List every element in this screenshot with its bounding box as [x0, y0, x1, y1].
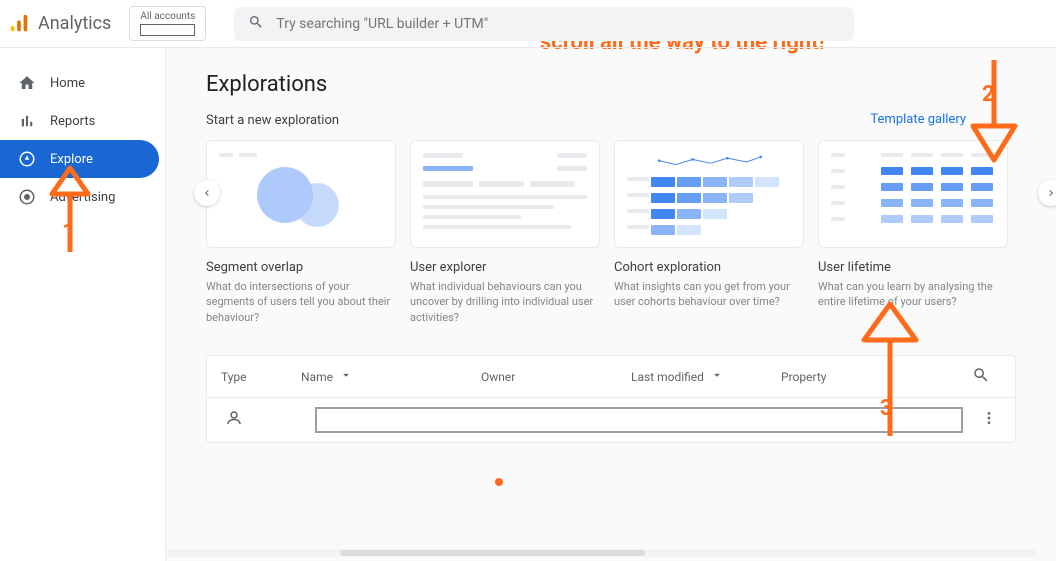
table-search-button[interactable] — [961, 366, 1001, 387]
user-icon — [225, 409, 243, 431]
card-title: User explorer — [410, 260, 600, 275]
sidebar-item-label: Reports — [50, 114, 95, 129]
search-bar[interactable] — [234, 7, 854, 41]
analytics-logo-icon — [8, 13, 30, 35]
home-icon — [18, 74, 36, 92]
account-label: All accounts — [140, 11, 195, 22]
annotation-label-3: 3 — [880, 396, 893, 421]
top-bar: Analytics All accounts — [0, 0, 1056, 48]
page-title: Explorations — [206, 72, 1016, 97]
card-user-explorer[interactable]: User explorer What individual behaviours… — [410, 140, 600, 325]
annotation-dot — [495, 478, 503, 486]
card-title: User lifetime — [818, 260, 1008, 275]
chevron-left-icon — [201, 184, 213, 203]
explore-icon — [18, 150, 36, 168]
search-input[interactable] — [276, 16, 840, 32]
col-name[interactable]: Name — [301, 368, 481, 385]
template-gallery-link[interactable]: Template gallery — [870, 112, 966, 127]
logo[interactable]: Analytics — [8, 13, 111, 35]
card-preview — [206, 140, 396, 248]
scrollbar-thumb[interactable] — [340, 550, 646, 556]
search-icon — [248, 14, 264, 34]
card-desc: What insights can you get from your user… — [614, 279, 804, 310]
account-placeholder-box — [140, 24, 195, 36]
sidebar-item-label: Home — [50, 76, 85, 91]
card-preview — [614, 140, 804, 248]
sort-down-icon — [710, 368, 724, 385]
card-preview — [410, 140, 600, 248]
app-name: Analytics — [38, 13, 111, 34]
card-cohort-exploration[interactable]: Cohort exploration What insights can you… — [614, 140, 804, 310]
card-title: Segment overlap — [206, 260, 396, 275]
search-icon — [972, 366, 990, 387]
scroll-left-button[interactable] — [194, 180, 220, 206]
annotation-arrow-2 — [959, 56, 1029, 166]
card-desc: What individual behaviours can you uncov… — [410, 279, 600, 325]
sidebar: Home Reports Explore Advertising — [0, 48, 165, 561]
col-owner[interactable]: Owner — [481, 370, 631, 384]
row-type-icon-cell — [221, 409, 301, 431]
row-menu-button[interactable] — [977, 410, 1001, 430]
col-type[interactable]: Type — [221, 370, 301, 384]
sidebar-item-home[interactable]: Home — [0, 64, 159, 102]
card-segment-overlap[interactable]: Segment overlap What do intersections of… — [206, 140, 396, 325]
annotation-label-2: 2 — [982, 82, 995, 107]
reports-icon — [18, 112, 36, 130]
annotation-label-1: 1 — [62, 220, 75, 245]
account-selector[interactable]: All accounts — [129, 6, 206, 41]
sidebar-item-reports[interactable]: Reports — [0, 102, 159, 140]
chevron-right-icon — [1045, 184, 1056, 203]
exploration-cards-row: Segment overlap What do intersections of… — [206, 140, 1016, 325]
sort-down-icon — [339, 368, 353, 385]
horizontal-scrollbar[interactable] — [165, 549, 1038, 557]
card-desc: What do intersections of your segments o… — [206, 279, 396, 325]
card-title: Cohort exploration — [614, 260, 804, 275]
advertising-icon — [18, 188, 36, 206]
col-modified[interactable]: Last modified — [631, 368, 781, 385]
kebab-icon — [981, 410, 997, 430]
scroll-right-button[interactable] — [1038, 180, 1056, 206]
